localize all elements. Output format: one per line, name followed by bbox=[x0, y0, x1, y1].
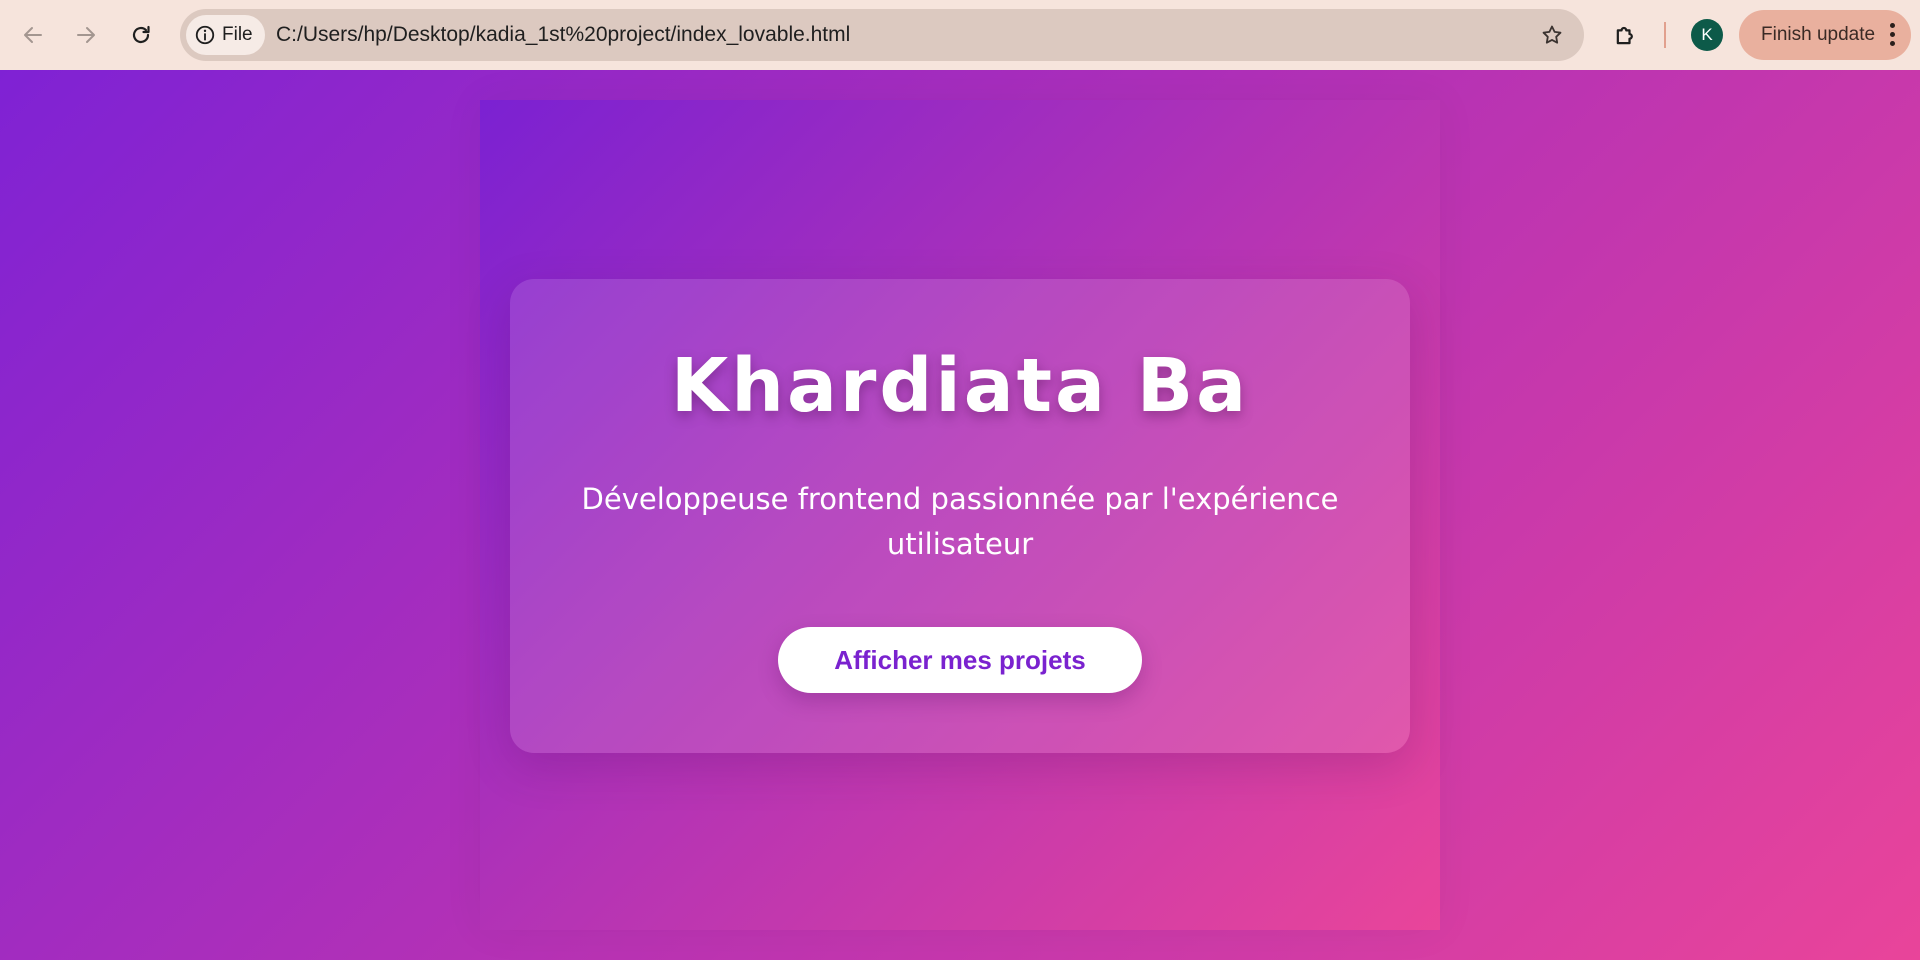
info-icon bbox=[195, 25, 215, 45]
reload-button[interactable] bbox=[119, 13, 163, 57]
star-icon bbox=[1542, 25, 1562, 44]
address-bar[interactable]: File C:/Users/hp/Desktop/kadia_1st%20pro… bbox=[180, 9, 1584, 61]
puzzle-icon bbox=[1616, 26, 1633, 45]
profile-avatar[interactable]: K bbox=[1691, 19, 1723, 51]
url-text[interactable]: C:/Users/hp/Desktop/kadia_1st%20project/… bbox=[276, 9, 850, 61]
site-info-chip[interactable]: File bbox=[186, 15, 265, 55]
back-button[interactable] bbox=[11, 13, 55, 57]
arrow-right-icon bbox=[77, 27, 95, 43]
arrow-left-icon bbox=[24, 27, 42, 43]
bookmark-button[interactable] bbox=[1534, 17, 1570, 53]
page-viewport: Khardiata Ba Développeuse frontend passi… bbox=[0, 70, 1920, 960]
kebab-icon[interactable] bbox=[1889, 23, 1895, 47]
finish-update-label: Finish update bbox=[1761, 24, 1876, 45]
forward-button[interactable] bbox=[64, 13, 108, 57]
hero-subtitle: Développeuse frontend passionnée par l'e… bbox=[581, 482, 1339, 561]
browser-toolbar: File C:/Users/hp/Desktop/kadia_1st%20pro… bbox=[0, 0, 1920, 70]
extensions-button[interactable] bbox=[1604, 13, 1648, 57]
finish-update-button[interactable]: Finish update bbox=[1739, 10, 1911, 60]
page-title: Khardiata Ba bbox=[670, 343, 1250, 429]
toolbar-divider bbox=[1664, 22, 1666, 48]
reload-icon bbox=[132, 25, 150, 44]
show-projects-button[interactable]: Afficher mes projets bbox=[778, 627, 1142, 693]
hero-card: Khardiata Ba Développeuse frontend passi… bbox=[510, 279, 1410, 753]
site-chip-label: File bbox=[222, 24, 253, 45]
